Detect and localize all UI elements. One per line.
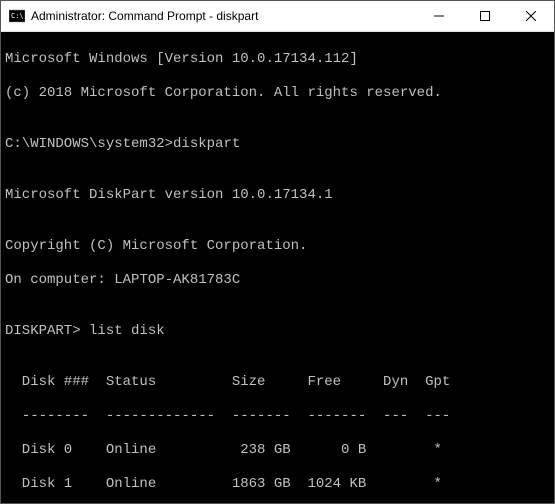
diskpart-copyright: Copyright (C) Microsoft Corporation. (5, 238, 550, 255)
svg-text:C:\: C:\ (11, 12, 24, 20)
window-title: Administrator: Command Prompt - diskpart (31, 9, 416, 23)
diskpart-prompt: DISKPART> list disk (5, 323, 550, 340)
version-line: Microsoft Windows [Version 10.0.17134.11… (5, 51, 550, 68)
titlebar[interactable]: C:\ Administrator: Command Prompt - disk… (1, 1, 554, 32)
computer-line: On computer: LAPTOP-AK81783C (5, 272, 550, 289)
minimize-button[interactable] (416, 1, 462, 31)
prompt-line: C:\WINDOWS\system32>diskpart (5, 136, 550, 153)
table-row: Disk 0 Online 238 GB 0 B * (5, 442, 550, 459)
cmd-icon: C:\ (9, 8, 25, 24)
terminal-output[interactable]: Microsoft Windows [Version 10.0.17134.11… (1, 32, 554, 503)
maximize-button[interactable] (462, 1, 508, 31)
close-button[interactable] (508, 1, 554, 31)
diskpart-version: Microsoft DiskPart version 10.0.17134.1 (5, 187, 550, 204)
window-controls (416, 1, 554, 31)
table-header: Disk ### Status Size Free Dyn Gpt (5, 374, 550, 391)
table-row: Disk 1 Online 1863 GB 1024 KB * (5, 476, 550, 493)
copyright-line: (c) 2018 Microsoft Corporation. All righ… (5, 85, 550, 102)
table-divider: -------- ------------- ------- ------- -… (5, 408, 550, 425)
